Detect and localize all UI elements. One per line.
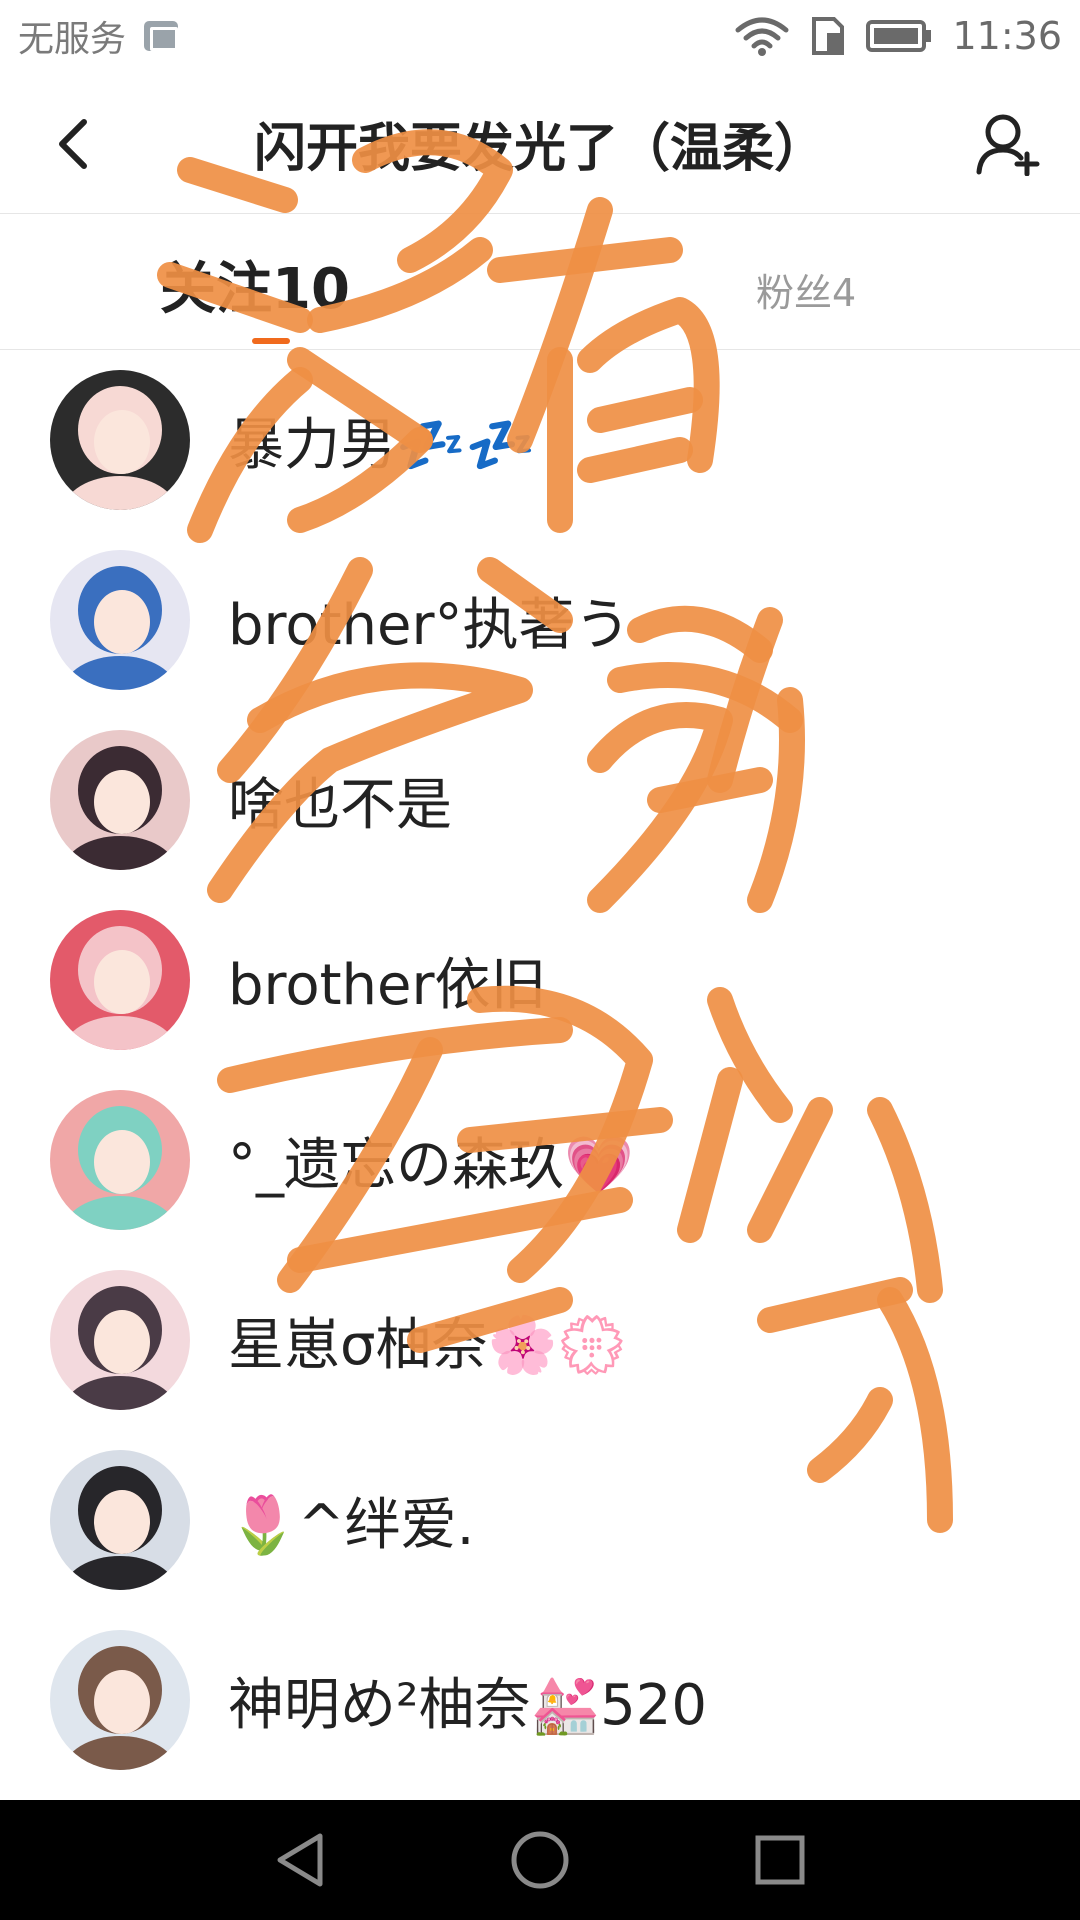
list-item[interactable]: 神明め²柚奈💒520	[0, 1610, 1080, 1790]
list-item[interactable]: 暴力男💤💤	[0, 350, 1080, 530]
sim-icon	[810, 15, 846, 57]
battery-icon	[866, 19, 932, 53]
tab-bar: 关注10 粉丝4	[0, 214, 1080, 350]
tab-fans[interactable]: 粉丝4	[756, 262, 856, 317]
tab-following[interactable]: 关注10	[160, 244, 350, 325]
active-tab-indicator	[252, 338, 290, 344]
following-list: 暴力男💤💤 brother°执著う 啥也不是 brother依旧 °_遗忘の森玖…	[0, 350, 1080, 1790]
status-left: 无服务	[18, 10, 179, 62]
page-title: 闪开我要发光了（温柔）	[253, 118, 826, 179]
user-name: 暴力男💤💤	[228, 412, 536, 478]
nav-recents-button[interactable]	[740, 1820, 820, 1900]
wifi-icon	[734, 16, 790, 56]
add-friend-button[interactable]	[970, 108, 1050, 180]
back-button[interactable]	[42, 108, 106, 180]
status-bar: 无服务 11:36	[0, 0, 1080, 72]
time-label: 11:36	[952, 14, 1062, 58]
user-name: 🌷^绊爱.	[228, 1492, 475, 1558]
user-name: °_遗忘の森玖💗	[228, 1132, 634, 1198]
chevron-left-icon	[59, 119, 87, 169]
avatar[interactable]	[50, 1630, 190, 1770]
list-item[interactable]: 🌷^绊爱.	[0, 1430, 1080, 1610]
carrier-label: 无服务	[18, 19, 127, 60]
avatar[interactable]	[50, 370, 190, 510]
avatar[interactable]	[50, 730, 190, 870]
list-item[interactable]: 啥也不是	[0, 710, 1080, 890]
list-item[interactable]: 星崽σ柚奈🌸💮	[0, 1250, 1080, 1430]
avatar[interactable]	[50, 910, 190, 1050]
user-name: 星崽σ柚奈🌸💮	[228, 1312, 627, 1378]
avatar[interactable]	[50, 1450, 190, 1590]
list-item[interactable]: °_遗忘の森玖💗	[0, 1070, 1080, 1250]
user-name: 啥也不是	[228, 772, 452, 838]
status-right: 11:36	[734, 14, 1062, 58]
avatar[interactable]	[50, 1270, 190, 1410]
avatar[interactable]	[50, 550, 190, 690]
recents-square-icon	[755, 1835, 805, 1885]
avatar[interactable]	[50, 1090, 190, 1230]
user-name: brother°执著う	[228, 592, 631, 658]
photo-icon	[144, 21, 179, 51]
header: 闪开我要发光了（温柔）	[0, 72, 1080, 214]
back-triangle-icon	[277, 1833, 323, 1887]
navigation-bar	[0, 1800, 1080, 1920]
user-name: brother依旧	[228, 952, 547, 1018]
list-item[interactable]: brother依旧	[0, 890, 1080, 1070]
nav-home-button[interactable]	[500, 1820, 580, 1900]
user-name: 神明め²柚奈💒520	[228, 1672, 708, 1738]
add-friend-icon	[976, 114, 1040, 176]
home-circle-icon	[511, 1831, 569, 1889]
list-item[interactable]: brother°执著う	[0, 530, 1080, 710]
nav-back-button[interactable]	[260, 1820, 340, 1900]
